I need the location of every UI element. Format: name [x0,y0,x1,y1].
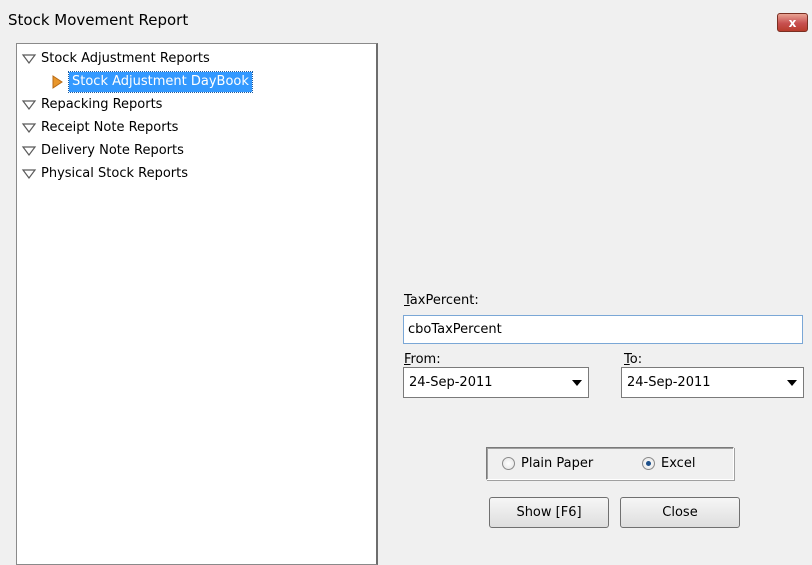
tree-item-receipt-note-reports[interactable]: Receipt Note Reports [21,118,178,138]
to-date-picker[interactable]: 24-Sep-2011 [621,367,804,398]
tree-item-stock-adjustment-reports[interactable]: Stock Adjustment Reports [21,49,210,69]
excel-label: Excel [661,456,696,471]
from-date-value: 24-Sep-2011 [409,375,493,390]
tax-percent-value: cboTaxPercent [408,322,502,337]
tree-item-label: Delivery Note Reports [41,143,184,158]
plain-paper-label: Plain Paper [521,456,594,471]
excel-radio[interactable]: Excel [642,456,695,471]
title-bar: Stock Movement Report x [0,0,812,37]
tree-item-stock-adjustment-daybook[interactable]: Stock Adjustment DayBook [49,71,253,93]
tree-item-repacking-reports[interactable]: Repacking Reports [21,95,162,115]
tree-item-label: Repacking Reports [41,97,163,112]
tree-item-physical-stock-reports[interactable]: Physical Stock Reports [21,164,188,184]
report-window: Stock Movement Report x Stock Adjustment… [0,0,812,565]
close-button-label: Close [662,505,698,520]
tree-item-label: Stock Adjustment Reports [41,51,210,66]
show-button-label: Show [F6] [516,505,582,520]
chevron-down-icon[interactable] [783,370,801,395]
tree-item-label: Receipt Note Reports [41,120,179,135]
window-title: Stock Movement Report [8,11,189,29]
expanded-triangle-icon[interactable] [21,166,37,182]
tree-item-label: Stock Adjustment DayBook [68,71,253,93]
from-label: From: [404,352,441,367]
close-button[interactable]: Close [620,497,740,528]
plain-paper-radio[interactable]: Plain Paper [502,456,593,471]
expanded-triangle-icon[interactable] [21,120,37,136]
chevron-down-icon[interactable] [568,370,586,395]
radio-checked-icon[interactable] [642,457,655,470]
from-date-picker[interactable]: 24-Sep-2011 [403,367,589,398]
expanded-triangle-icon[interactable] [21,97,37,113]
close-icon: x [788,15,797,30]
radio-unchecked-icon[interactable] [502,457,515,470]
expanded-triangle-icon[interactable] [21,143,37,159]
expanded-triangle-icon[interactable] [21,51,37,67]
to-date-value: 24-Sep-2011 [627,375,711,390]
tax-percent-label: TaxPercent: [404,293,479,308]
report-tree[interactable]: Stock Adjustment Reports Stock Adjustmen… [16,43,378,565]
collapsed-triangle-icon [52,75,63,89]
output-format-group: Plain Paper Excel [486,447,734,480]
show-button[interactable]: Show [F6] [489,497,609,528]
tree-item-label: Physical Stock Reports [41,166,188,181]
tax-percent-field[interactable]: cboTaxPercent [403,315,803,344]
tree-item-delivery-note-reports[interactable]: Delivery Note Reports [21,141,184,161]
to-label: To: [624,352,643,367]
close-window-button[interactable]: x [777,13,808,32]
